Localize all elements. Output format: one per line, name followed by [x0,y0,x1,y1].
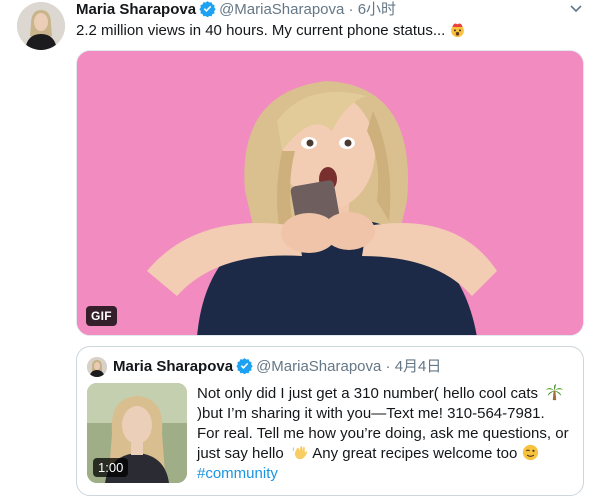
quoted-text-part1: Not only did I just get a 310 number( he… [197,385,543,402]
timestamp[interactable]: 6小时 [358,1,396,18]
quoted-timestamp[interactable]: 4月4日 [395,358,442,375]
quoted-author-name[interactable]: Maria Sharapova [113,358,233,375]
gif-preview-image [77,51,583,335]
gif-badge: GIF [86,306,117,326]
palm-tree-emoji-icon [546,384,564,401]
quoted-avatar[interactable] [87,357,107,377]
quoted-header: Maria Sharapova @MariaSharapova · 4月4日 [113,357,441,377]
gif-media[interactable]: GIF [76,50,584,336]
avatar[interactable] [17,2,65,50]
tweet[interactable]: Maria Sharapova @MariaSharapova · 6小时 2.2… [0,0,596,496]
verified-badge-icon [199,0,216,18]
verified-badge-icon [236,357,253,375]
winking-face-emoji-icon [522,444,539,461]
quoted-tweet-text: Not only did I just get a 310 number( he… [197,384,569,484]
waving-hand-emoji-icon [292,444,309,461]
tweet-text: 2.2 million views in 40 hours. My curren… [76,21,466,41]
separator-dot: · [348,1,354,18]
author-name[interactable]: Maria Sharapova [76,1,196,18]
author-handle[interactable]: @MariaSharapova [219,1,344,18]
quoted-author-handle[interactable]: @MariaSharapova [256,358,381,375]
exploding-head-emoji-icon [449,21,466,38]
hashtag-link[interactable]: #community [197,465,278,482]
tweet-text-content: 2.2 million views in 40 hours. My curren… [76,22,446,39]
chevron-down-icon[interactable] [568,0,584,16]
quoted-video-thumbnail[interactable]: 1:00 [87,383,187,483]
quoted-tweet[interactable]: Maria Sharapova @MariaSharapova · 4月4日 1:… [76,346,584,496]
quoted-text-part3: Any great recipes welcome too [308,445,522,462]
separator-dot: · [385,358,391,375]
tweet-header: Maria Sharapova @MariaSharapova · 6小时 [76,0,396,20]
video-duration: 1:00 [93,458,129,477]
